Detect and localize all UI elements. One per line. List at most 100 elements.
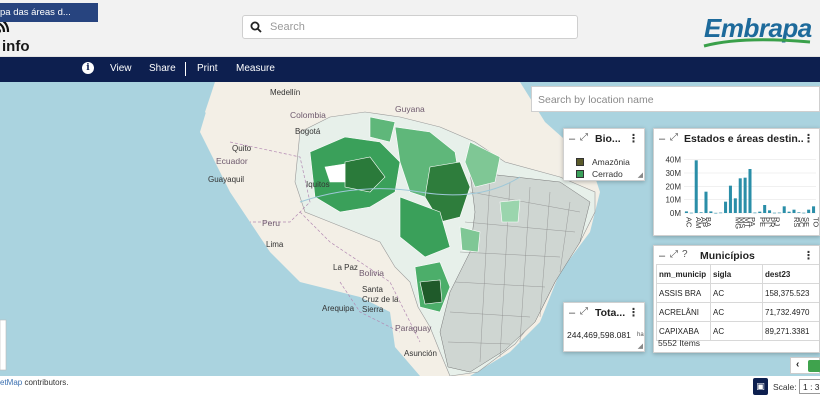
menu-share[interactable]: Share <box>149 63 176 74</box>
bar[interactable] <box>743 177 747 213</box>
x-tick-label: BA <box>704 217 713 227</box>
legend-swatch <box>576 158 584 166</box>
search-icon <box>250 21 262 33</box>
location-search-input[interactable]: Search by location name <box>531 86 820 112</box>
more-options-icon[interactable]: ⋮ <box>628 306 639 319</box>
bar[interactable] <box>792 209 796 213</box>
bar[interactable] <box>724 201 728 213</box>
minimize-icon[interactable]: – <box>569 133 575 145</box>
map-label: Bolivia <box>359 268 385 278</box>
bar[interactable] <box>758 211 762 213</box>
table-cell: ACRELÂNI <box>656 302 711 322</box>
bar[interactable] <box>719 212 723 214</box>
home-icon[interactable]: ▣ <box>753 378 768 395</box>
bar[interactable] <box>753 212 757 214</box>
logo-text: info <box>2 38 30 55</box>
map-label: Quito <box>232 144 252 153</box>
y-tick-label: 10M <box>665 196 681 205</box>
municipios-table-panel: – ⤢ ? Municípios ⋮ nm_municip sigla dest… <box>653 245 820 353</box>
bar[interactable] <box>777 212 781 214</box>
info-icon[interactable]: i <box>82 62 94 74</box>
y-tick-label: 20M <box>665 182 681 191</box>
attribution-link[interactable]: etMap <box>0 378 22 387</box>
y-tick-label: 40M <box>665 156 681 165</box>
bar[interactable] <box>812 206 816 213</box>
scale-select[interactable]: 1 : 3 <box>799 379 820 394</box>
expand-icon[interactable]: ⤢ <box>580 306 588 317</box>
menu-measure[interactable]: Measure <box>236 63 275 74</box>
table-row[interactable]: ACRELÂNI AC 71,732.4970 <box>656 302 819 322</box>
map-label: Guayaquil <box>208 175 245 184</box>
bar[interactable] <box>714 212 718 214</box>
resize-handle-icon[interactable]: ◢ <box>638 171 643 179</box>
biomes-legend-panel: – ⤢ Bio... ⋮ Amazônia Cerrado ◢ <box>563 128 645 181</box>
bar[interactable] <box>694 160 698 213</box>
app-header: info Search Embrapa <box>0 0 820 57</box>
municipios-table: nm_municip sigla dest23 ASSIS BRA AC 158… <box>656 264 819 341</box>
map-attribution: etMap contributors. <box>0 378 68 387</box>
panel-title: Estados e áreas destin... <box>684 133 804 145</box>
expand-icon[interactable]: ⤢ <box>580 132 588 143</box>
y-tick-label: 0M <box>670 209 681 218</box>
bar[interactable] <box>787 211 791 213</box>
chevron-left-icon: ‹ <box>796 359 800 370</box>
bar[interactable] <box>699 212 703 213</box>
search-input[interactable]: Search <box>242 15 578 39</box>
legend-swatch <box>576 170 584 178</box>
bar[interactable] <box>782 206 786 213</box>
table-icon[interactable] <box>808 360 820 372</box>
minimize-icon[interactable]: – <box>659 250 665 262</box>
bar[interactable] <box>738 178 742 213</box>
map-label: Bogotá <box>295 127 321 136</box>
column-header[interactable]: sigla <box>710 264 763 284</box>
bar[interactable] <box>733 198 737 213</box>
attribution-text: contributors. <box>22 378 69 387</box>
map-label: Ecuador <box>216 156 248 166</box>
bar[interactable] <box>797 212 801 213</box>
menu-print[interactable]: Print <box>197 63 218 74</box>
table-cell: 158,375.523 <box>762 283 819 303</box>
total-value: 244,469,598.081 <box>567 330 631 340</box>
bar[interactable] <box>704 191 708 213</box>
resize-handle-icon[interactable]: ◢ <box>638 342 643 350</box>
x-tick-label: PA <box>748 217 757 226</box>
x-tick-label: SE <box>802 217 811 227</box>
expand-icon[interactable]: ⤢ <box>670 132 678 143</box>
bar[interactable] <box>802 212 806 214</box>
bar[interactable] <box>768 210 772 213</box>
map-label: Guyana <box>395 104 425 114</box>
menu-view[interactable]: View <box>110 63 132 74</box>
x-tick-label: RJ <box>772 217 781 226</box>
bar-chart: 0M10M20M30M40MAC AMAPBA MGMSMTPA PEPIPRRJ RS… <box>665 156 819 230</box>
layer-tab[interactable]: pa das áreas d... <box>0 3 98 22</box>
minimize-icon[interactable]: – <box>569 307 575 319</box>
table-row[interactable]: ASSIS BRA AC 158,375.523 <box>656 283 819 303</box>
table-cell: AC <box>710 302 763 322</box>
panel-title: Municípios <box>700 250 755 262</box>
scale-label: Scale: <box>773 382 797 392</box>
minimize-icon[interactable]: – <box>659 133 665 145</box>
column-header[interactable]: nm_municip <box>656 264 711 284</box>
map-label: Asunción <box>404 349 437 358</box>
bar[interactable] <box>748 169 752 213</box>
x-tick-label: AC <box>684 217 693 228</box>
bar[interactable] <box>807 209 811 213</box>
bar[interactable] <box>709 211 713 213</box>
embrapa-wave-icon <box>703 38 811 48</box>
help-icon[interactable]: ? <box>682 249 688 260</box>
column-header[interactable]: dest23 <box>762 264 819 284</box>
legend-label: Cerrado <box>592 169 623 179</box>
collapse-panels-button[interactable]: ‹ <box>790 357 820 374</box>
legend-item-amazonia: Amazônia <box>576 157 630 167</box>
more-options-icon[interactable]: ⋮ <box>803 249 814 262</box>
legend-item-cerrado: Cerrado <box>576 169 623 179</box>
bar[interactable] <box>689 212 693 214</box>
more-options-icon[interactable]: ⋮ <box>628 132 639 145</box>
bar[interactable] <box>728 185 732 213</box>
bar[interactable] <box>772 212 776 214</box>
search-placeholder: Search <box>270 21 305 33</box>
bar[interactable] <box>763 205 767 213</box>
expand-icon[interactable]: ⤢ <box>670 249 678 260</box>
bar[interactable] <box>684 211 688 213</box>
more-options-icon[interactable]: ⋮ <box>803 132 814 145</box>
